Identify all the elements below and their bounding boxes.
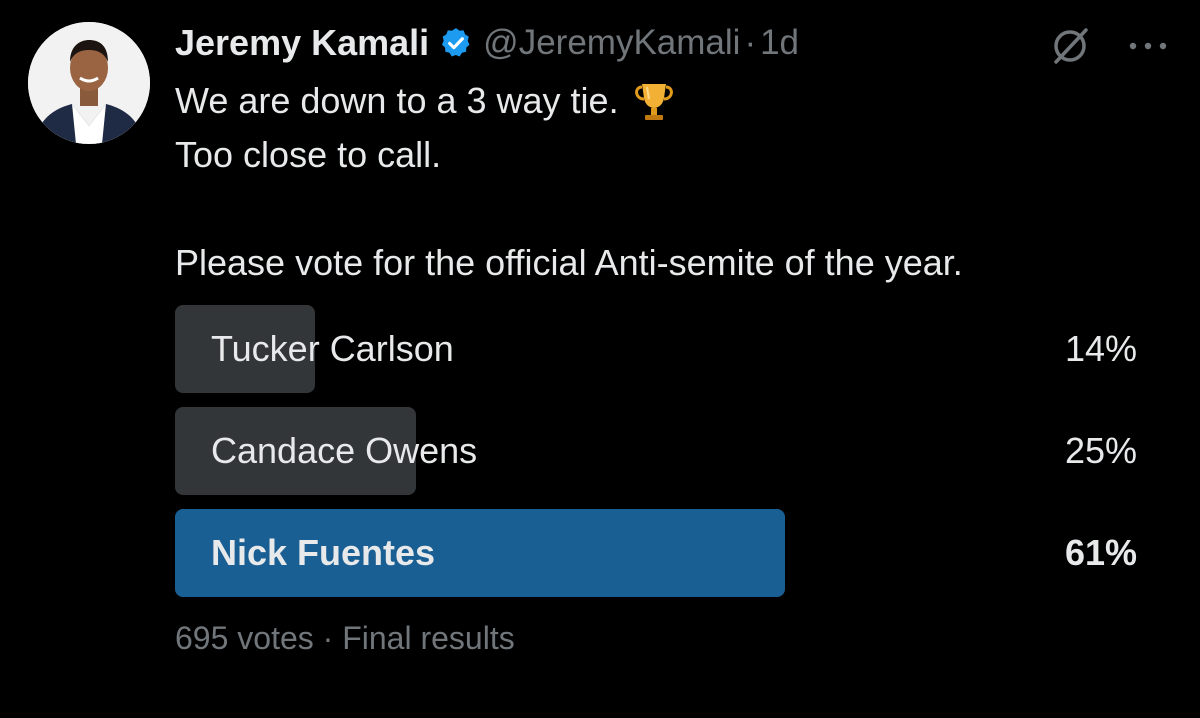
timestamp[interactable]: 1d (760, 23, 799, 63)
poll-option-label: Tucker Carlson (211, 328, 454, 369)
avatar[interactable] (28, 22, 150, 144)
grok-icon[interactable] (1046, 22, 1094, 70)
tweet-line-4: Please vote for the official Anti-semite… (175, 242, 963, 283)
poll-option-percent: 25% (1064, 430, 1137, 471)
more-icon[interactable] (1122, 22, 1174, 70)
poll-option: Tucker Carlson 14% (175, 305, 1137, 393)
poll-vote-count: 695 votes (175, 620, 314, 656)
trophy-icon (631, 78, 677, 124)
tweet-line: We are down to a 3 way tie. (175, 74, 1165, 128)
tweet-line-1: We are down to a 3 way tie. (175, 80, 619, 121)
poll-footer-separator: · (322, 620, 334, 656)
poll-option-label: Nick Fuentes (211, 532, 436, 573)
poll-option-winner: Nick Fuentes 61% (175, 509, 1137, 597)
poll-option-percent: 61% (1064, 532, 1137, 573)
tweet-line-2: Too close to call. (175, 134, 442, 175)
poll-status: Final results (342, 620, 515, 656)
poll-footer: 695 votes · Final results (175, 620, 515, 657)
author-handle[interactable]: @JeremyKamali (483, 23, 740, 63)
poll: Tucker Carlson 14% Candace Owens 25% Nic… (175, 305, 1137, 611)
verified-badge-icon (439, 26, 473, 60)
avatar-image (28, 22, 150, 144)
tweet-line: Too close to call. (175, 128, 1165, 182)
poll-option: Candace Owens 25% (175, 407, 1137, 495)
poll-option-percent: 14% (1064, 328, 1137, 369)
author-name[interactable]: Jeremy Kamali (175, 22, 429, 64)
poll-option-label: Candace Owens (211, 430, 478, 471)
tweet-line: Please vote for the official Anti-semite… (175, 236, 1165, 290)
tweet-text: We are down to a 3 way tie. Too close to… (175, 74, 1165, 290)
header-separator: · (744, 23, 757, 62)
tweet-header: Jeremy Kamali @JeremyKamali · 1d (175, 20, 799, 66)
